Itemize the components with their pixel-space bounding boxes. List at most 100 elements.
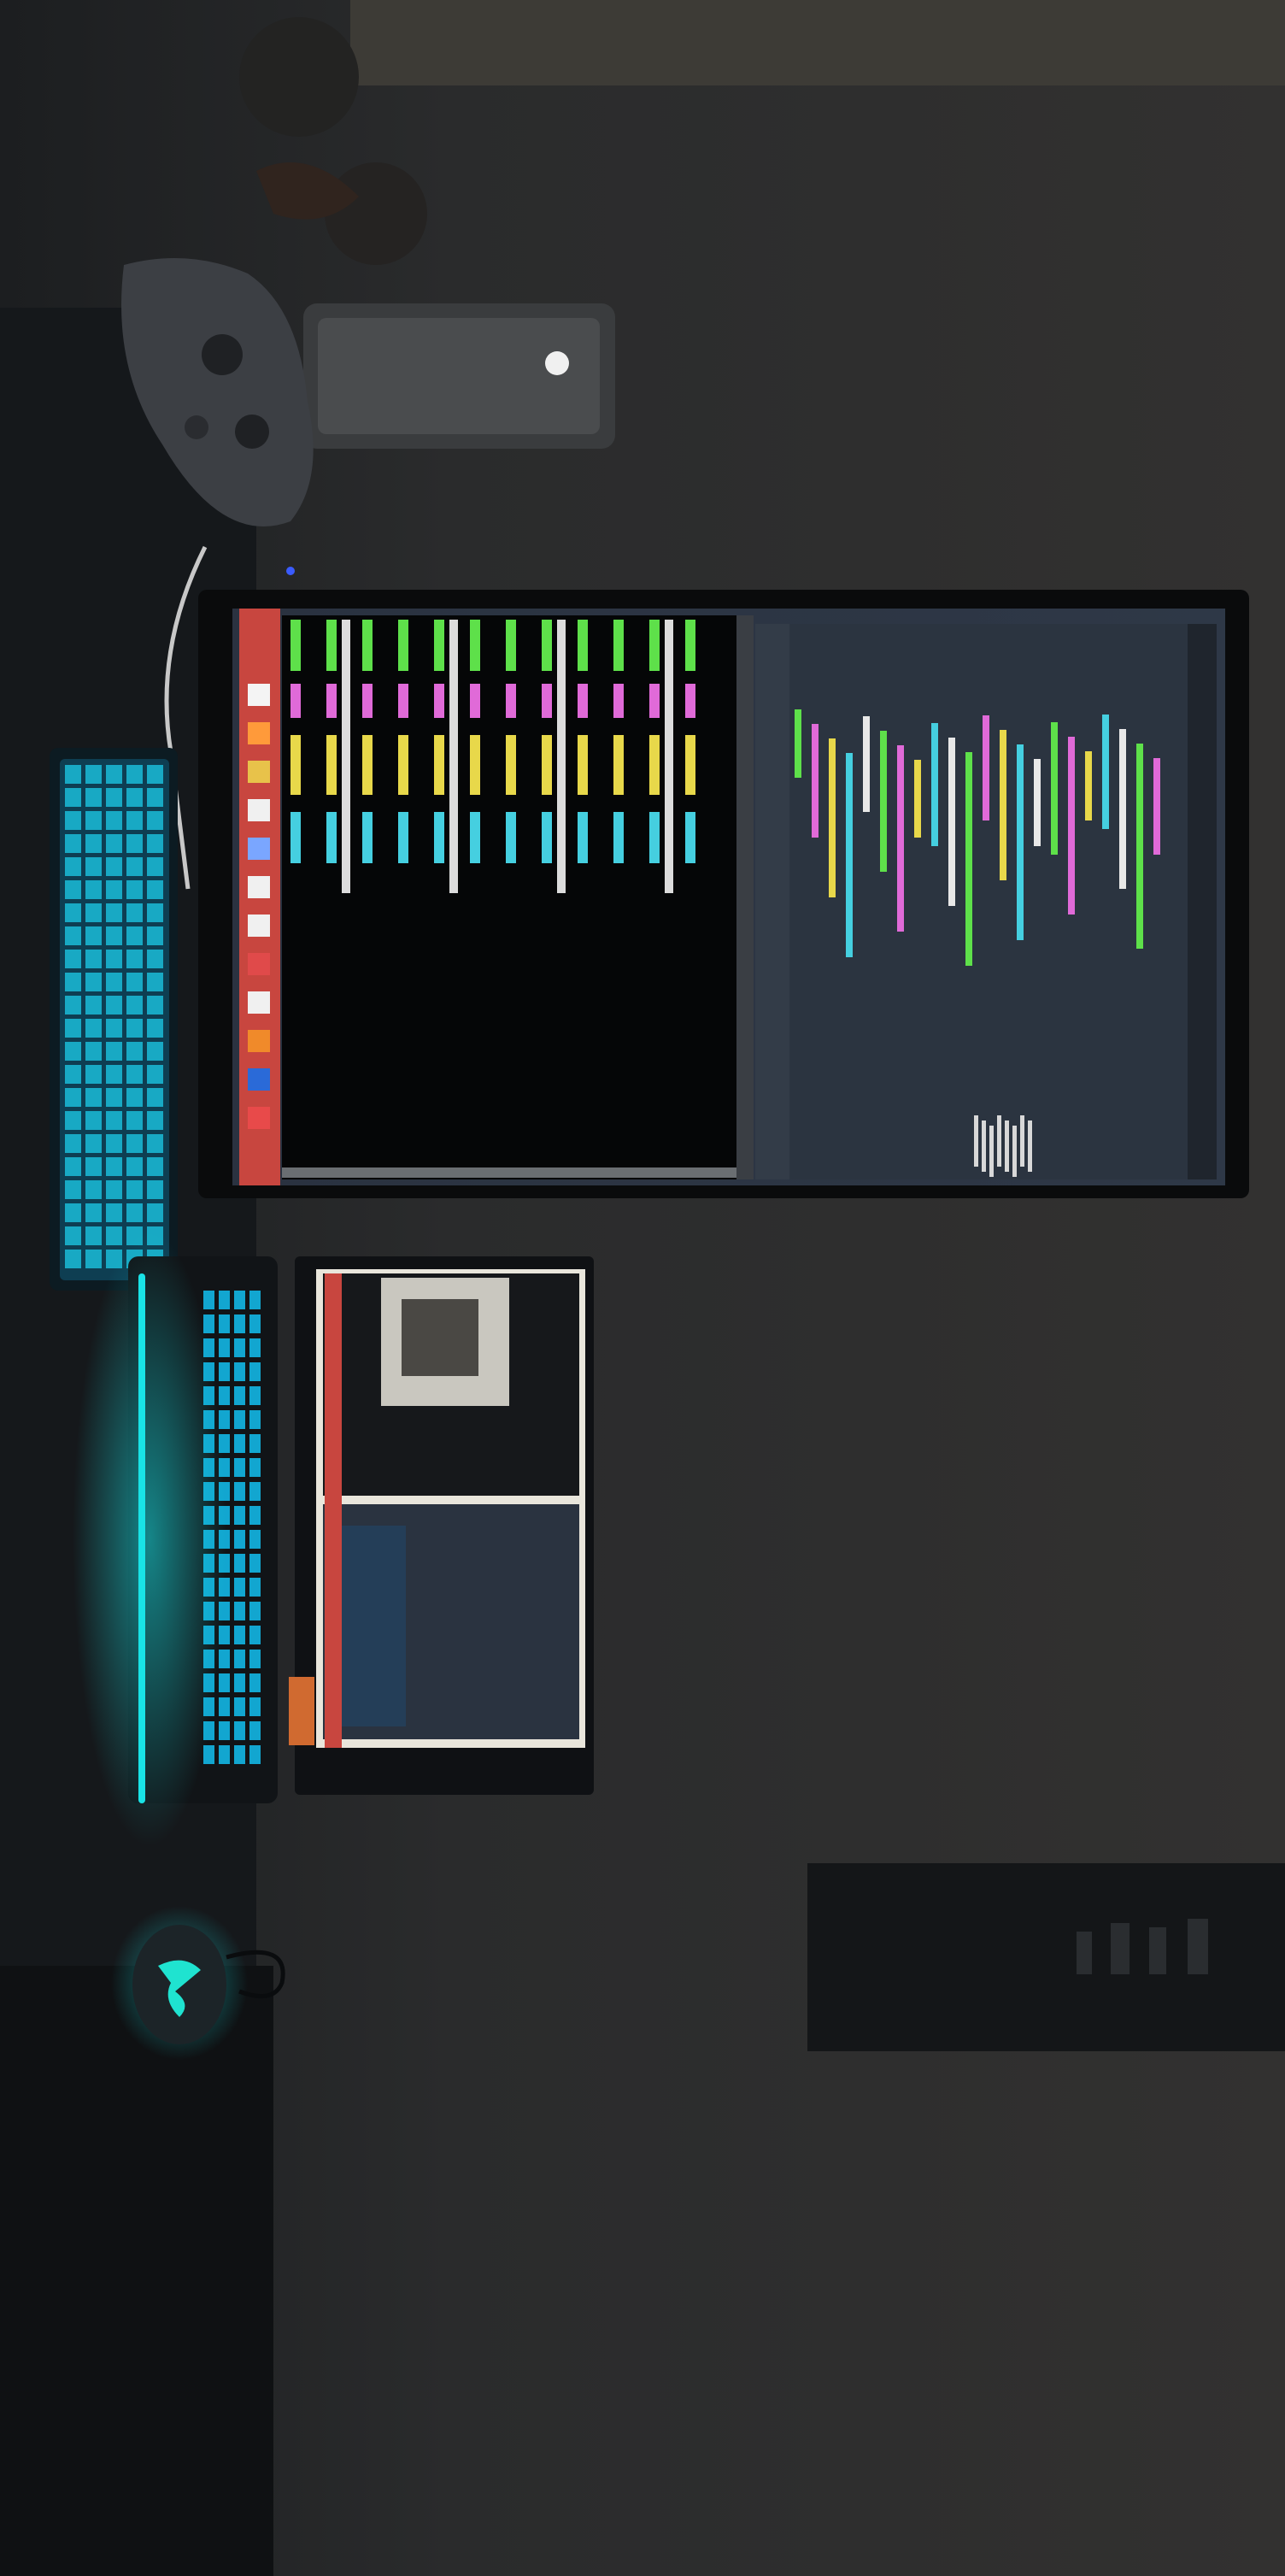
- laptop-sticker: [289, 1677, 314, 1745]
- terminal-text: [470, 735, 480, 795]
- minimap-line: [989, 1126, 994, 1177]
- code-line: [1102, 715, 1109, 829]
- editor-menubar: [1188, 624, 1217, 1179]
- keyboard-key: [85, 1203, 102, 1222]
- terminal-text: [362, 620, 373, 671]
- keyboard-key: [126, 1042, 143, 1061]
- keyboard-key: [147, 1134, 163, 1153]
- keyboard-key: [106, 1134, 122, 1153]
- keyboard-key: [65, 788, 81, 807]
- terminal-text: [542, 812, 552, 863]
- keyboard-key: [65, 811, 81, 830]
- keyboard-key: [85, 857, 102, 876]
- laptop-key: [249, 1362, 261, 1381]
- desk-setup-photo: [0, 0, 1285, 2576]
- keyboard-key: [85, 1226, 102, 1245]
- keyboard-key: [85, 926, 102, 945]
- neon-led-strip: [138, 1273, 145, 1803]
- terminal-text: [326, 620, 337, 671]
- laptop-key: [249, 1697, 261, 1716]
- keyboard-key: [106, 950, 122, 968]
- keyboard-key: [65, 973, 81, 991]
- keyboard-key: [126, 857, 143, 876]
- keyboard-key: [106, 765, 122, 784]
- code-line: [1000, 730, 1006, 880]
- laptop-key: [234, 1291, 245, 1309]
- laptop-key: [234, 1458, 245, 1477]
- laptop-key: [203, 1291, 214, 1309]
- keyboard-key: [65, 1088, 81, 1107]
- keyboard-key: [65, 1226, 81, 1245]
- terminal-text: [326, 812, 337, 863]
- keyboard-key: [65, 1065, 81, 1084]
- keyboard-key: [85, 1065, 102, 1084]
- keyboard-key: [85, 1019, 102, 1038]
- laptop-key: [249, 1482, 261, 1501]
- keyboard-key: [126, 903, 143, 922]
- dock-app-icon: [248, 799, 270, 821]
- code-line: [965, 752, 972, 966]
- terminal-text: [578, 684, 588, 718]
- keyboard-key: [65, 996, 81, 1015]
- code-line: [1017, 744, 1024, 940]
- keyboard-key: [147, 950, 163, 968]
- terminal-text: [470, 812, 480, 863]
- minimap-line: [1028, 1120, 1032, 1172]
- laptop-key: [249, 1626, 261, 1644]
- minimap-line: [1005, 1120, 1009, 1172]
- keyboard-key: [85, 765, 102, 784]
- code-line: [1051, 722, 1058, 855]
- keyboard-key: [65, 1111, 81, 1130]
- terminal-text: [649, 684, 660, 718]
- laptop-key: [249, 1650, 261, 1668]
- keyboard-key: [85, 1042, 102, 1061]
- window-divider: [736, 615, 754, 1179]
- laptop-key: [234, 1745, 245, 1764]
- laptop-key: [234, 1530, 245, 1549]
- terminal-text: [470, 620, 480, 671]
- keyboard-key: [65, 950, 81, 968]
- keyboard-key: [147, 788, 163, 807]
- code-line: [1119, 729, 1126, 889]
- terminal-text: [685, 684, 695, 718]
- code-line: [1136, 744, 1143, 949]
- dock-app-icon: [248, 1107, 270, 1129]
- terminal-text: [613, 684, 624, 718]
- laptop-key: [234, 1482, 245, 1501]
- keyboard-key: [126, 1203, 143, 1222]
- keyboard-key: [126, 880, 143, 899]
- keyboard-key: [106, 1226, 122, 1245]
- desk-edge: [0, 1966, 273, 2576]
- keyboard-key: [65, 1157, 81, 1176]
- keyboard-key: [126, 1111, 143, 1130]
- keyboard-key: [126, 1019, 143, 1038]
- terminal-text: [434, 684, 444, 718]
- keyboard-key: [106, 811, 122, 830]
- code-line: [983, 715, 989, 820]
- power-led: [286, 567, 295, 575]
- laptop-key: [234, 1386, 245, 1405]
- laptop-key: [219, 1697, 230, 1716]
- code-line: [948, 738, 955, 906]
- laptop-key: [219, 1386, 230, 1405]
- keyboard-key: [126, 834, 143, 853]
- keyboard-key: [126, 950, 143, 968]
- laptop-key: [249, 1506, 261, 1525]
- keyboard-key: [65, 1042, 81, 1061]
- keyboard-key: [85, 973, 102, 991]
- keyboard-key: [65, 1019, 81, 1038]
- keyboard-key: [147, 1088, 163, 1107]
- keyboard-key: [85, 1111, 102, 1130]
- laptop-key: [234, 1697, 245, 1716]
- code-line: [846, 753, 853, 957]
- terminal-text: [557, 620, 566, 893]
- terminal-text: [578, 620, 588, 671]
- dock-app-icon: [248, 876, 270, 898]
- terminal-text: [290, 735, 301, 795]
- keyboard-key: [126, 1134, 143, 1153]
- laptop-key: [249, 1386, 261, 1405]
- laptop-key: [219, 1745, 230, 1764]
- laptop-key: [234, 1602, 245, 1620]
- dock-app-icon: [248, 953, 270, 975]
- laptop-key: [249, 1602, 261, 1620]
